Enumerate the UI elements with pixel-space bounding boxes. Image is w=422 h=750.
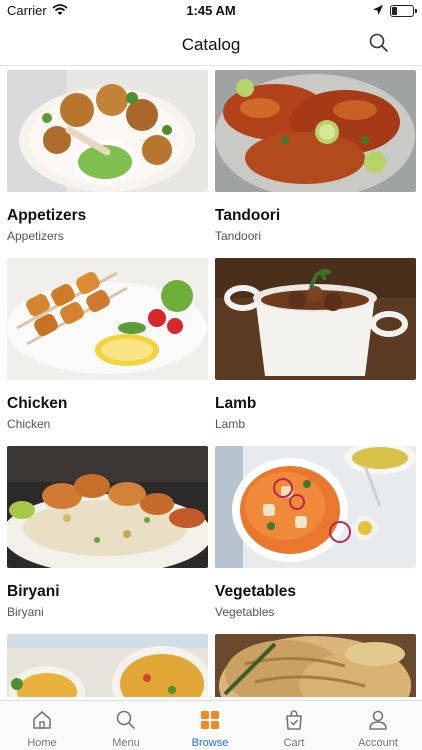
tab-home[interactable]: Home xyxy=(0,701,84,750)
category-name: Lamb xyxy=(215,395,257,412)
chicken-image xyxy=(7,258,208,380)
category-name: Chicken xyxy=(7,395,68,412)
clock: 1:45 AM xyxy=(186,3,236,18)
search-icon[interactable] xyxy=(368,32,390,54)
category-subtitle: Lamb xyxy=(215,417,246,431)
tab-cart[interactable]: Cart xyxy=(252,701,336,750)
category-card-tandoori[interactable]: Tandoori Tandoori xyxy=(215,70,416,243)
tab-menu[interactable]: Menu xyxy=(84,701,168,750)
lamb-image xyxy=(215,258,416,380)
category-grid: Appetizers Appetizers Tandoori Tandoori xyxy=(0,67,422,697)
tab-browse[interactable]: Browse xyxy=(168,701,252,750)
category-subtitle: Appetizers xyxy=(7,229,64,243)
category-subtitle: Tandoori xyxy=(215,229,262,243)
tab-label: Menu xyxy=(112,737,140,749)
search-icon xyxy=(116,710,135,729)
category-card-chicken[interactable]: Chicken Chicken xyxy=(7,258,208,431)
tandoori-image xyxy=(215,70,416,198)
tab-label: Account xyxy=(358,737,398,749)
battery-icon xyxy=(390,5,417,17)
biryani-image xyxy=(2,446,212,574)
category-card-appetizers[interactable]: Appetizers Appetizers xyxy=(7,70,208,243)
category-name: Tandoori xyxy=(215,207,281,224)
grid-icon xyxy=(201,711,219,729)
vegetables-image xyxy=(215,442,416,568)
category-card-vegetables[interactable]: Vegetables Vegetables xyxy=(215,442,416,619)
tab-label: Browse xyxy=(191,737,229,749)
tab-label: Cart xyxy=(283,737,305,749)
home-icon xyxy=(33,711,51,729)
location-arrow-icon xyxy=(373,5,383,15)
user-icon xyxy=(369,710,387,730)
category-subtitle: Biryani xyxy=(7,605,44,619)
category-card-partial-right[interactable] xyxy=(215,634,416,697)
rice-dish-image xyxy=(7,634,212,697)
category-card-lamb[interactable]: Lamb Lamb xyxy=(215,258,416,431)
status-bar: Carrier 1:45 AM xyxy=(0,0,422,22)
category-name: Appetizers xyxy=(7,207,87,224)
category-name: Biryani xyxy=(7,583,60,600)
page-title: Catalog xyxy=(181,35,241,54)
bread-image xyxy=(215,634,416,697)
appetizers-image xyxy=(7,70,208,192)
tab-account[interactable]: Account xyxy=(336,701,420,750)
navigation-bar: Catalog xyxy=(0,22,422,66)
category-subtitle: Vegetables xyxy=(215,605,275,619)
category-card-biryani[interactable]: Biryani Biryani xyxy=(2,446,212,619)
bag-icon xyxy=(286,710,302,730)
category-card-partial-left[interactable] xyxy=(7,634,212,697)
category-name: Vegetables xyxy=(215,583,296,600)
tab-label: Home xyxy=(27,737,57,749)
tab-bar: Home Menu Browse Cart Account xyxy=(0,700,422,750)
category-subtitle: Chicken xyxy=(7,417,51,431)
